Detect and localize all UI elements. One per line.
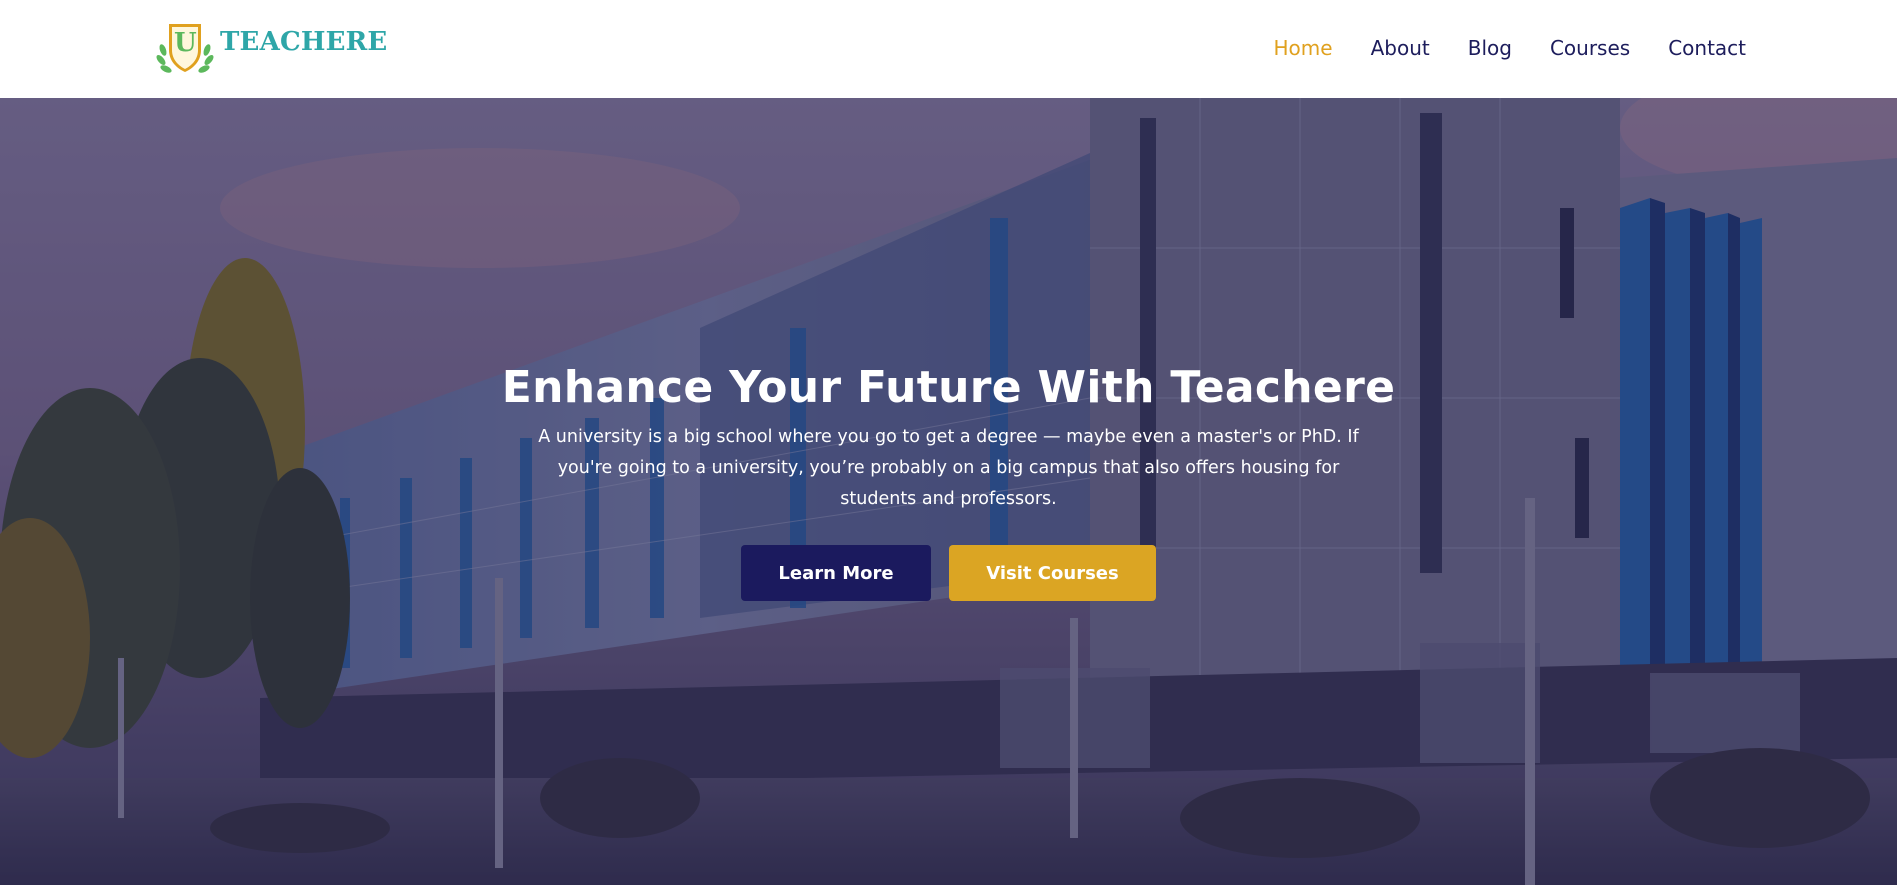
nav-item-contact[interactable]: Contact: [1668, 34, 1746, 62]
visit-courses-button[interactable]: Visit Courses: [949, 545, 1156, 601]
nav-item-courses[interactable]: Courses: [1550, 34, 1630, 62]
logo-letter: U: [174, 28, 197, 58]
site-header: U TEACHERE Home About Blog Courses Conta…: [0, 0, 1897, 98]
site-logo[interactable]: U TEACHERE: [154, 20, 387, 76]
nav-item-home[interactable]: Home: [1274, 34, 1333, 62]
nav-item-about[interactable]: About: [1371, 34, 1430, 62]
hero-button-row: Learn More Visit Courses: [0, 545, 1897, 601]
hero-content: Enhance Your Future With Teachere A univ…: [0, 360, 1897, 601]
hero-description: A university is a big school where you g…: [538, 427, 1359, 509]
main-nav: Home About Blog Courses Contact: [1236, 34, 1746, 62]
hero-section: Enhance Your Future With Teachere A univ…: [0, 98, 1897, 885]
nav-item-blog[interactable]: Blog: [1468, 34, 1512, 62]
hero-title: Enhance Your Future With Teachere: [501, 362, 1396, 413]
brand-name: TEACHERE: [220, 27, 388, 57]
learn-more-button[interactable]: Learn More: [741, 545, 931, 601]
